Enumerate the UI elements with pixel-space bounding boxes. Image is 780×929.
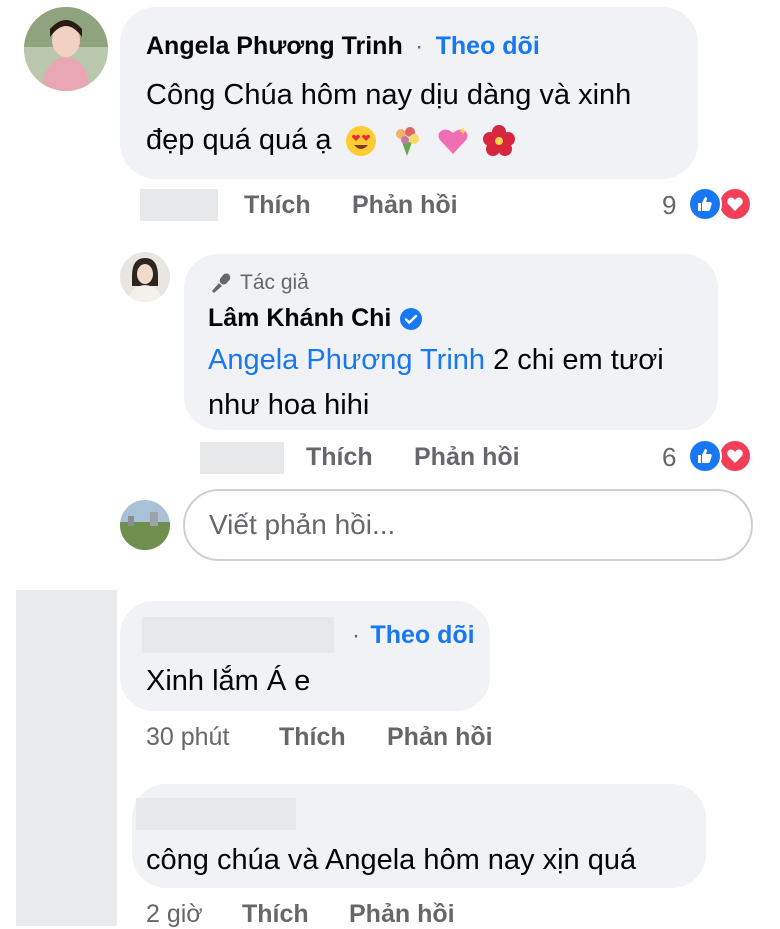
comment-bubble: · Theo dõi Xinh lắm Á e	[120, 601, 490, 711]
microphone-icon	[212, 273, 231, 293]
reply-button[interactable]: Phản hồi	[349, 900, 455, 929]
verified-badge-icon	[400, 307, 423, 330]
author-badge: Tác giả	[240, 271, 309, 294]
separator-dot: ·	[415, 33, 424, 60]
author-name-placeholder[interactable]	[136, 798, 296, 830]
like-icon[interactable]	[688, 187, 722, 221]
reply-bubble: Tác giả Lâm Khánh Chi Angela Phương Trin…	[184, 254, 718, 430]
reply-author[interactable]: Lâm Khánh Chi	[208, 304, 391, 333]
reply-reaction-count[interactable]: 6	[662, 442, 676, 473]
reply-button[interactable]: Phản hồi	[352, 191, 458, 220]
avatar-photo	[24, 7, 108, 91]
separator-dot: ·	[352, 622, 360, 649]
like-button[interactable]: Thích	[242, 900, 309, 929]
like-icon[interactable]	[688, 439, 722, 473]
mention-link[interactable]: Angela Phương Trinh	[208, 344, 485, 376]
comment-author[interactable]: Angela Phương Trinh	[146, 32, 403, 60]
reply-like-button[interactable]: Thích	[306, 443, 373, 472]
love-icon[interactable]	[718, 439, 752, 473]
reply-input[interactable]: Viết phản hồi...	[183, 489, 753, 561]
smiling-face-heart-eyes-icon	[345, 126, 376, 157]
bouquet-icon	[395, 127, 419, 157]
avatar[interactable]	[24, 7, 108, 91]
follow-link[interactable]: Theo dõi	[370, 621, 474, 649]
reply-avatar[interactable]	[120, 252, 170, 302]
timestamp-placeholder	[200, 442, 284, 474]
reply-avatar-photo	[120, 252, 170, 302]
comment-bubble: Angela Phương Trinh · Theo dõi Công Chúa…	[120, 7, 698, 179]
current-user-avatar-photo	[120, 500, 170, 550]
comment-text: Xinh lắm Á e	[146, 665, 311, 697]
avatar[interactable]	[16, 590, 117, 926]
love-icon[interactable]	[718, 187, 752, 221]
follow-link[interactable]: Theo dõi	[436, 32, 540, 60]
comment-time[interactable]: 2 giờ	[146, 900, 203, 929]
sparkling-heart-icon	[438, 127, 468, 155]
like-button[interactable]: Thích	[244, 191, 311, 220]
author-name-placeholder[interactable]	[142, 617, 334, 653]
reply-input-placeholder: Viết phản hồi...	[209, 509, 396, 540]
reply-reply-button[interactable]: Phản hồi	[414, 443, 520, 472]
comment-bubble: công chúa và Angela hôm nay xịn quá	[132, 784, 706, 888]
reaction-count[interactable]: 9	[662, 190, 676, 221]
hibiscus-icon	[482, 125, 515, 157]
reply-text-block: Angela Phương Trinh 2 chi em tươi như ho…	[208, 338, 698, 428]
comment-time[interactable]: 30 phút	[146, 723, 229, 752]
reply-button[interactable]: Phản hồi	[387, 723, 493, 752]
timestamp-placeholder	[140, 189, 218, 221]
like-button[interactable]: Thích	[279, 723, 346, 752]
comment-text-block: Công Chúa hôm nay dịu dàng và xinh đẹp q…	[146, 73, 686, 163]
comment-text: công chúa và Angela hôm nay xịn quá	[146, 844, 637, 876]
current-user-avatar	[120, 500, 170, 550]
